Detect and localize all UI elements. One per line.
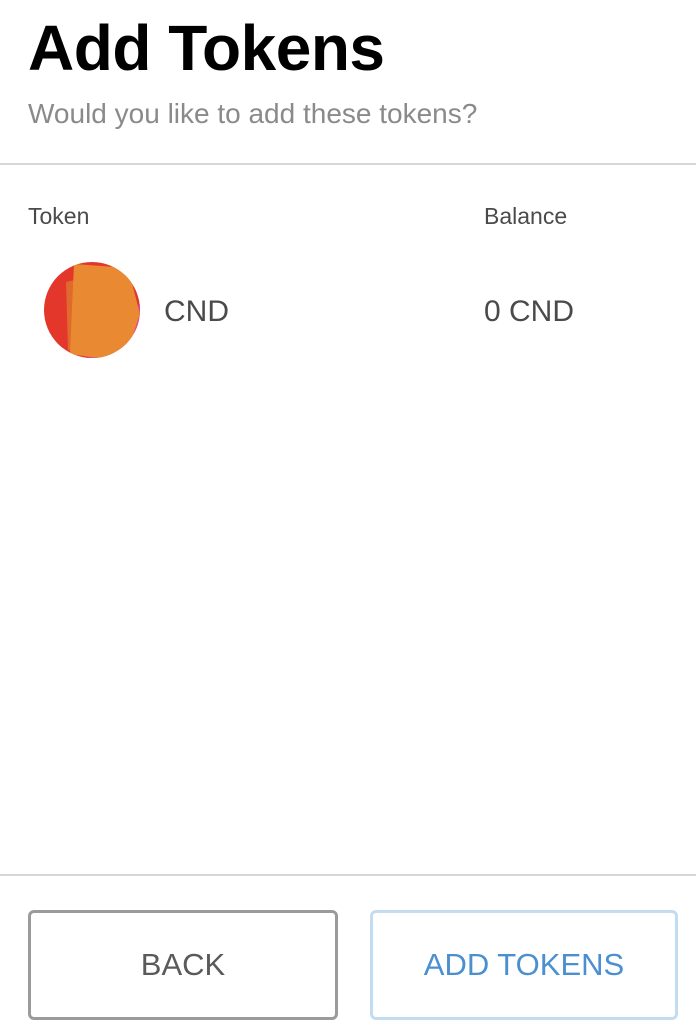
add-tokens-button[interactable]: ADD TOKENS <box>370 910 678 1020</box>
column-header-balance: Balance <box>484 203 568 229</box>
back-button[interactable]: BACK <box>28 910 338 1020</box>
add-tokens-page: Add Tokens Would you like to add these t… <box>0 0 696 1036</box>
token-row: CND 0 CND <box>0 262 696 360</box>
token-balance: 0 CND <box>484 295 575 328</box>
page-footer: BACK ADD TOKENS <box>0 874 696 1036</box>
column-header-token: Token <box>28 203 90 229</box>
page-subtitle: Would you like to add these tokens? <box>28 98 478 129</box>
page-header: Add Tokens Would you like to add these t… <box>0 0 696 165</box>
page-title: Add Tokens <box>28 12 385 84</box>
token-identicon-icon <box>44 262 140 358</box>
token-symbol: CND <box>164 295 229 328</box>
